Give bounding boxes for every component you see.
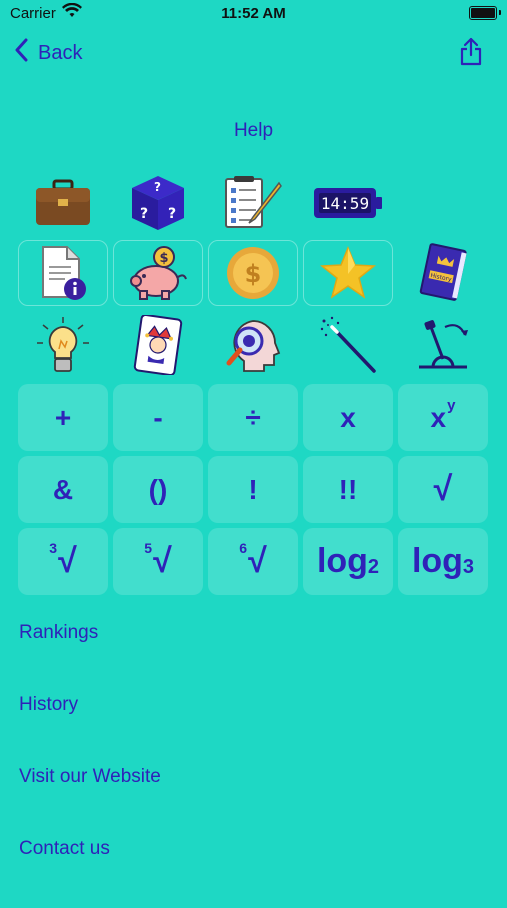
sixth-root-key[interactable]: 6 √ (208, 528, 298, 595)
chevron-left-icon (14, 38, 38, 68)
double-factorial-key[interactable]: !! (303, 456, 393, 523)
log2-base: log (316, 542, 368, 580)
plus-key[interactable]: + (18, 384, 108, 451)
svg-text:?: ? (154, 180, 161, 194)
square-root-key[interactable]: √ (398, 456, 488, 523)
cube-root-sign: √ (58, 542, 77, 580)
ampersand-key[interactable]: & (18, 456, 108, 523)
cube-root-index: 3 (49, 539, 58, 556)
minus-key[interactable]: - (113, 384, 203, 451)
lightbulb-icon[interactable] (18, 312, 108, 378)
log2-subscript: 2 (367, 556, 380, 578)
log2-key[interactable]: log 2 (303, 528, 393, 595)
website-link[interactable]: Visit our Website (19, 764, 161, 836)
log3-base: log (411, 542, 463, 580)
log3-key[interactable]: log 3 (398, 528, 488, 595)
mystery-box-icon[interactable]: ??? (113, 170, 203, 236)
back-button[interactable]: Back (14, 38, 82, 68)
clock-time: 11:52 AM (221, 5, 286, 22)
divide-key[interactable]: ÷ (208, 384, 298, 451)
icon-row-3 (18, 312, 489, 378)
piggy-bank-icon[interactable]: $ (113, 240, 203, 306)
cube-root-key[interactable]: 3 √ (18, 528, 108, 595)
magnifier-head-icon[interactable] (208, 312, 298, 378)
icon-row-1: ??? 14:59 (18, 170, 489, 236)
page-title: Help (233, 120, 274, 141)
digital-clock-icon[interactable]: 14:59 (303, 170, 393, 236)
status-bar: Carrier 11:52 AM (0, 0, 507, 28)
briefcase-icon[interactable] (18, 170, 108, 236)
power-key[interactable]: xy (398, 384, 488, 451)
parentheses-key[interactable]: () (113, 456, 203, 523)
navigation-bar: Back (0, 36, 507, 70)
lever-icon[interactable] (398, 312, 488, 378)
icon-row-2: $ $ History (18, 240, 489, 306)
document-info-icon[interactable] (18, 240, 108, 306)
checklist-icon[interactable] (208, 170, 298, 236)
history-link[interactable]: History (19, 692, 161, 764)
log3-subscript: 3 (462, 556, 475, 578)
help-links: Rankings History Visit our Website Conta… (19, 620, 161, 908)
share-button[interactable] (459, 36, 483, 71)
gold-coin-icon[interactable]: $ (208, 240, 298, 306)
fifth-root-sign: √ (153, 542, 172, 580)
rankings-link[interactable]: Rankings (19, 620, 161, 692)
svg-text:$: $ (245, 260, 262, 288)
power-exponent: y (447, 397, 456, 414)
svg-text:?: ? (168, 206, 176, 222)
clock-display: 14:59 (321, 194, 369, 213)
factorial-key[interactable]: ! (208, 456, 298, 523)
history-book-icon[interactable]: History (398, 240, 488, 306)
joker-card-icon[interactable] (113, 312, 203, 378)
svg-text:?: ? (140, 206, 148, 222)
power-base: x (430, 401, 447, 433)
contact-link[interactable]: Contact us (19, 836, 161, 908)
operator-keypad: + - ÷ x xy & () ! !! √ 3 √ 5 √ 6 √ log 2 log… (18, 384, 489, 595)
sixth-root-sign: √ (248, 542, 267, 580)
fifth-root-index: 5 (144, 539, 153, 556)
magic-wand-icon[interactable] (303, 312, 393, 378)
fifth-root-key[interactable]: 5 √ (113, 528, 203, 595)
battery-icon (469, 6, 497, 20)
back-label: Back (38, 41, 83, 64)
share-icon (459, 37, 483, 70)
times-key[interactable]: x (303, 384, 393, 451)
sixth-root-index: 6 (239, 539, 248, 556)
gold-star-icon[interactable] (303, 240, 393, 306)
svg-text:$: $ (159, 251, 168, 266)
